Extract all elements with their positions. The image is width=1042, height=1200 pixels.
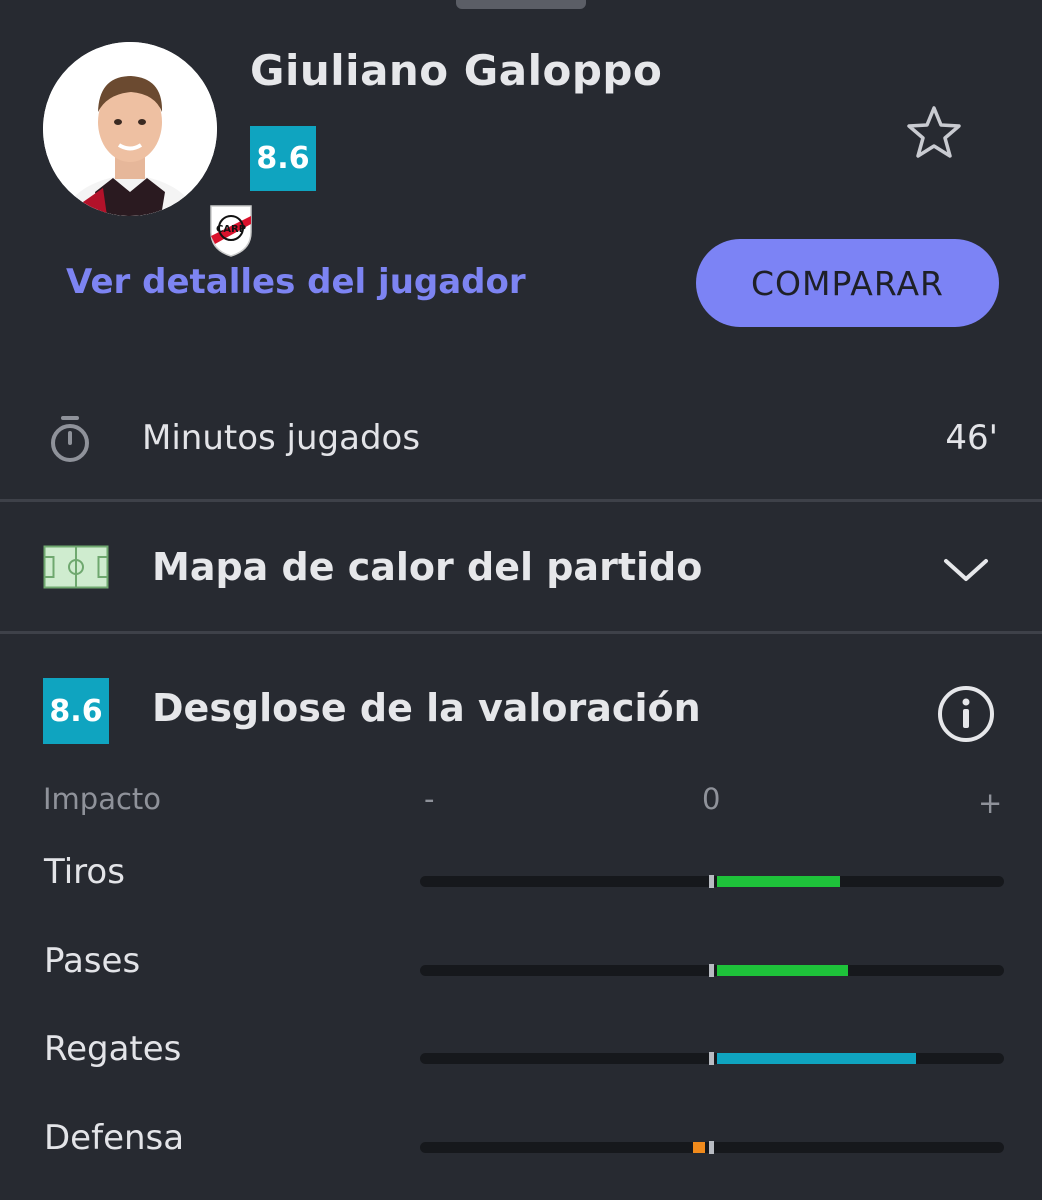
stat-row-regates: Regates (0, 1029, 1042, 1089)
impact-bar-zero-marker (709, 1052, 714, 1065)
stat-row-defensa: Defensa (0, 1118, 1042, 1178)
club-badge-text: CARP (216, 224, 246, 235)
breakdown-title: Desglose de la valoración (152, 686, 701, 730)
player-details-link[interactable]: Ver detalles del jugador (66, 262, 526, 302)
impact-bar-track (420, 1052, 1004, 1065)
impact-bar-fill (717, 1053, 916, 1064)
breakdown-rating-badge: 8.6 (43, 678, 109, 744)
minutes-played-row: Minutos jugados 46' (0, 388, 1042, 502)
minutes-played-value: 46' (945, 418, 998, 458)
club-badge-icon: CARP (210, 205, 252, 257)
stat-row-pases: Pases (0, 941, 1042, 1001)
impact-bar-fill (717, 965, 849, 976)
heatmap-section-toggle[interactable]: Mapa de calor del partido (0, 505, 1042, 634)
stat-label: Tiros (44, 852, 125, 892)
impact-axis-label: Impacto (43, 782, 162, 816)
stat-label: Pases (44, 941, 141, 981)
impact-axis-zero: 0 (702, 782, 721, 816)
impact-bar-zero-marker (709, 1141, 714, 1154)
impact-axis-minus: - (424, 782, 435, 816)
chevron-down-icon[interactable] (942, 555, 990, 585)
impact-axis-plus: + (978, 786, 1003, 820)
player-photo-icon (43, 42, 217, 216)
impact-bar-zero-marker (709, 875, 714, 888)
stat-row-tiros: Tiros (0, 852, 1042, 912)
impact-bar-zero-marker (709, 964, 714, 977)
impact-bar-fill (693, 1142, 705, 1153)
stopwatch-icon (51, 416, 89, 462)
impact-bar-track (420, 875, 1004, 888)
minutes-played-label: Minutos jugados (142, 418, 421, 458)
impact-bar-fill (717, 876, 840, 887)
impact-bar-track (420, 964, 1004, 977)
player-name: Giuliano Galoppo (250, 46, 663, 95)
pitch-icon (43, 545, 109, 589)
impact-bar-track (420, 1141, 1004, 1154)
stat-label: Regates (44, 1029, 182, 1069)
compare-button[interactable]: COMPARAR (696, 239, 999, 327)
stat-label: Defensa (44, 1118, 185, 1158)
heatmap-title: Mapa de calor del partido (152, 545, 703, 589)
info-icon[interactable] (937, 685, 995, 743)
favorite-star-icon[interactable] (905, 104, 963, 160)
player-avatar: CARP (43, 42, 252, 257)
player-rating-badge: 8.6 (250, 126, 316, 191)
sheet-drag-handle[interactable] (456, 0, 586, 9)
